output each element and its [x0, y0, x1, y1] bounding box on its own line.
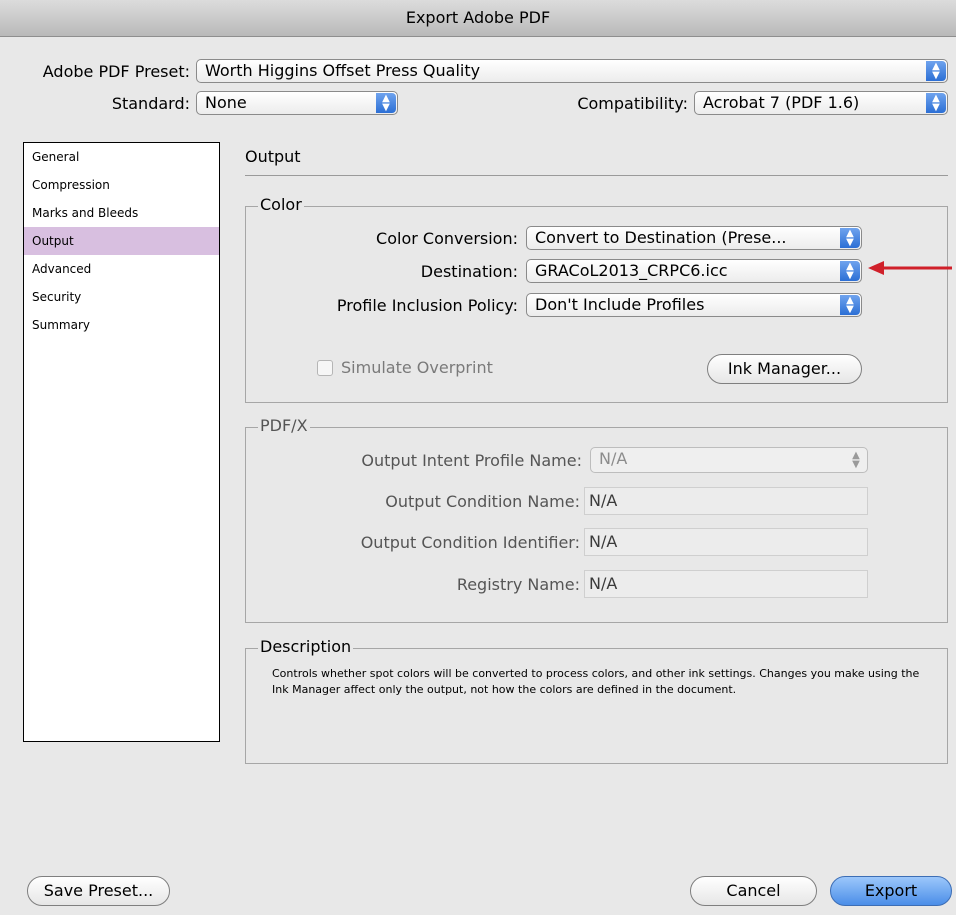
compatibility-popup[interactable]: Acrobat 7 (PDF 1.6) ▲ ▼	[694, 91, 948, 115]
destination-label: Destination:	[420, 262, 518, 281]
sidebar-item-output[interactable]: Output	[24, 227, 219, 255]
output-intent-profile-value: N/A	[599, 449, 628, 468]
color-group-title: Color	[258, 195, 304, 214]
panel-title: Output	[245, 147, 301, 166]
popup-arrows-icon: ▲ ▼	[926, 93, 946, 113]
color-conversion-popup[interactable]: Convert to Destination (Prese... ▲ ▼	[526, 226, 862, 250]
output-condition-identifier-label: Output Condition Identifier:	[360, 533, 580, 552]
preset-value: Worth Higgins Offset Press Quality	[205, 61, 481, 80]
output-intent-profile-popup[interactable]: N/A ▲ ▼	[590, 447, 868, 473]
color-conversion-value: Convert to Destination (Prese...	[535, 228, 787, 247]
simulate-overprint-label: Simulate Overprint	[341, 358, 493, 377]
description-group-title: Description	[258, 637, 354, 656]
compatibility-value: Acrobat 7 (PDF 1.6)	[703, 93, 860, 112]
sidebar-item-summary[interactable]: Summary	[24, 311, 219, 339]
simulate-overprint-checkbox[interactable]	[317, 360, 333, 376]
sidebar-item-compression[interactable]: Compression	[24, 171, 219, 199]
output-condition-name-field: N/A	[584, 487, 868, 515]
output-condition-identifier-field: N/A	[584, 528, 868, 556]
compatibility-label: Compatibility:	[577, 94, 688, 113]
sidebar-item-general[interactable]: General	[24, 143, 219, 171]
popup-arrows-icon: ▲ ▼	[376, 93, 396, 113]
output-intent-profile-label: Output Intent Profile Name:	[361, 451, 582, 470]
save-preset-button[interactable]: Save Preset...	[27, 876, 170, 906]
panel-title-divider	[245, 175, 948, 176]
standard-value: None	[205, 93, 247, 112]
destination-popup[interactable]: GRACoL2013_CRPC6.icc ▲ ▼	[526, 259, 862, 283]
sidebar-item-advanced[interactable]: Advanced	[24, 255, 219, 283]
sidebar-item-marks-and-bleeds[interactable]: Marks and Bleeds	[24, 199, 219, 227]
registry-name-field: N/A	[584, 570, 868, 598]
popup-arrows-icon: ▲ ▼	[852, 450, 860, 470]
popup-arrows-icon: ▲ ▼	[926, 61, 946, 81]
registry-name-label: Registry Name:	[456, 575, 580, 594]
popup-arrows-icon: ▲ ▼	[840, 228, 860, 248]
profile-inclusion-value: Don't Include Profiles	[535, 295, 705, 314]
category-list[interactable]: General Compression Marks and Bleeds Out…	[23, 142, 220, 742]
sidebar-item-security[interactable]: Security	[24, 283, 219, 311]
output-condition-name-label: Output Condition Name:	[385, 492, 580, 511]
cancel-button[interactable]: Cancel	[690, 876, 817, 906]
standard-label: Standard:	[111, 94, 190, 113]
popup-arrows-icon: ▲ ▼	[840, 261, 860, 281]
ink-manager-button[interactable]: Ink Manager...	[707, 354, 862, 384]
pdfx-group-title: PDF/X	[258, 416, 310, 435]
annotation-arrow-icon	[868, 261, 952, 275]
color-conversion-label: Color Conversion:	[376, 229, 518, 248]
profile-inclusion-label: Profile Inclusion Policy:	[336, 296, 518, 315]
window-title: Export Adobe PDF	[0, 0, 956, 37]
preset-label: Adobe PDF Preset:	[42, 62, 190, 81]
description-text: Controls whether spot colors will be con…	[272, 667, 920, 696]
destination-value: GRACoL2013_CRPC6.icc	[535, 261, 728, 280]
standard-popup[interactable]: None ▲ ▼	[196, 91, 398, 115]
preset-popup[interactable]: Worth Higgins Offset Press Quality ▲ ▼	[196, 59, 948, 83]
profile-inclusion-popup[interactable]: Don't Include Profiles ▲ ▼	[526, 293, 862, 317]
popup-arrows-icon: ▲ ▼	[840, 295, 860, 315]
export-button[interactable]: Export	[830, 876, 952, 906]
